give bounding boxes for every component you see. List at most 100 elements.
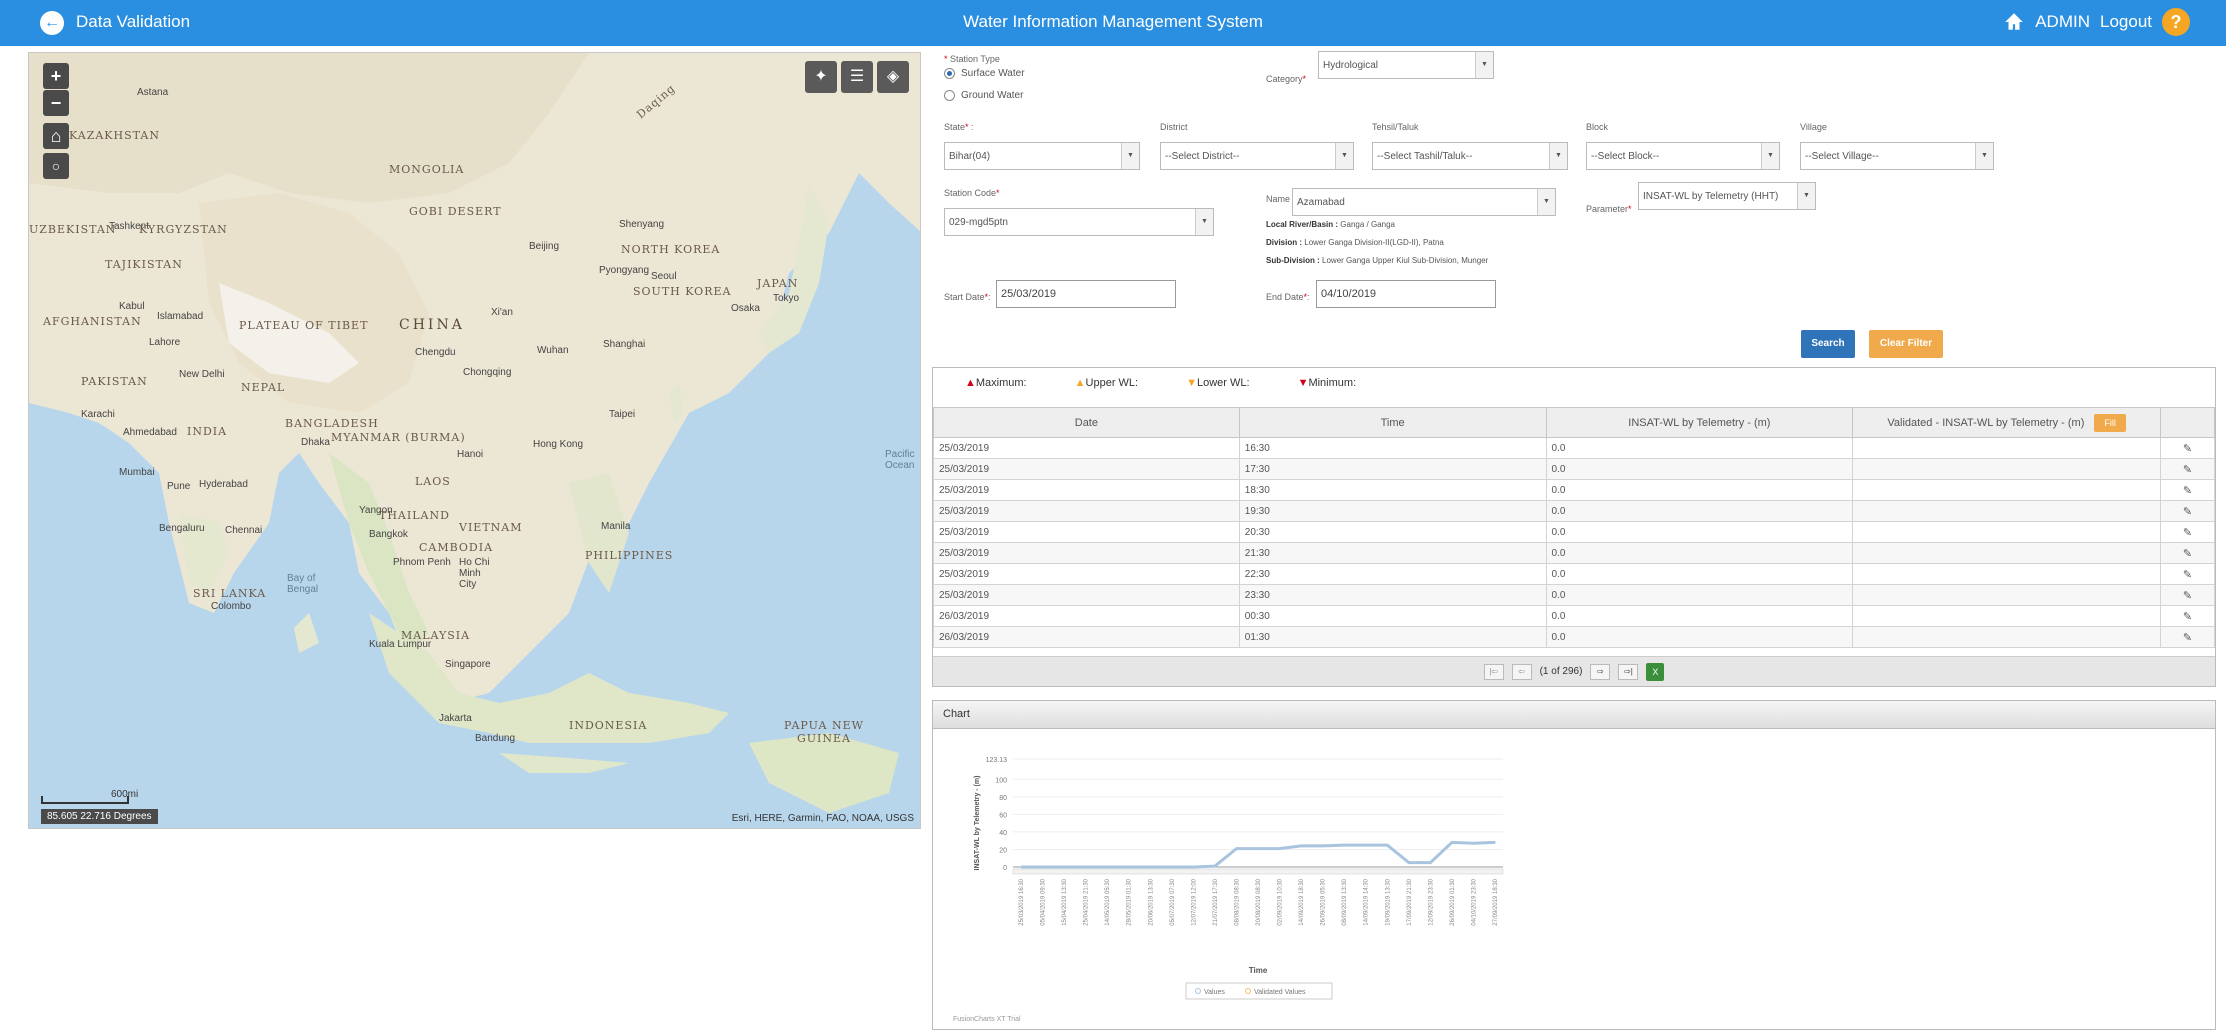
radio-ground-water[interactable]: Ground Water bbox=[944, 90, 1023, 101]
cell-time: 18:30 bbox=[1238, 479, 1547, 501]
table-row[interactable]: 26/03/2019 00:30 0.0 ✎ bbox=[933, 605, 2215, 627]
x-tick-label: 27/09/2019 18:30 bbox=[1493, 878, 1499, 925]
tehsil-label: Tehsil/Taluk bbox=[1372, 122, 1419, 132]
edit-pencil-icon[interactable]: ✎ bbox=[2160, 605, 2215, 627]
map-label: Kuala Lumpur bbox=[369, 639, 432, 650]
edit-pencil-icon[interactable]: ✎ bbox=[2160, 500, 2215, 522]
data-point bbox=[1472, 842, 1475, 845]
back-arrow-icon[interactable]: ← bbox=[40, 11, 64, 35]
edit-pencil-icon[interactable]: ✎ bbox=[2160, 521, 2215, 543]
cell-validated[interactable] bbox=[1852, 584, 2161, 606]
chevron-down-icon: ▼ bbox=[1121, 143, 1139, 169]
cell-value: 0.0 bbox=[1545, 542, 1854, 564]
locate-icon[interactable]: ○ bbox=[43, 153, 69, 179]
map-label: PAPUA NEW GUINEA bbox=[784, 719, 864, 745]
logout-link[interactable]: Logout bbox=[2100, 12, 2152, 32]
chevron-down-icon: ▼ bbox=[1537, 189, 1555, 215]
x-tick-label: 08/08/2019 08:30 bbox=[1234, 878, 1240, 925]
cell-date: 25/03/2019 bbox=[933, 458, 1240, 480]
map-label: KAZAKHSTAN bbox=[69, 129, 160, 142]
cell-value: 0.0 bbox=[1545, 563, 1854, 585]
clear-filter-button[interactable]: Clear Filter bbox=[1869, 330, 1943, 358]
next-page-button[interactable]: ⇨ bbox=[1590, 663, 1611, 680]
table-row[interactable]: 26/03/2019 01:30 0.0 ✎ bbox=[933, 626, 2215, 648]
map-label: New Delhi bbox=[179, 369, 225, 380]
edit-pencil-icon[interactable]: ✎ bbox=[2160, 584, 2215, 606]
category-select[interactable]: Hydrological ▼ bbox=[1318, 51, 1494, 79]
edit-pencil-icon[interactable]: ✎ bbox=[2160, 563, 2215, 585]
edit-pencil-icon[interactable]: ✎ bbox=[2160, 542, 2215, 564]
last-page-button[interactable]: ⇨| bbox=[1618, 663, 1639, 680]
cell-validated[interactable] bbox=[1852, 521, 2161, 543]
measure-icon[interactable]: ✦ bbox=[805, 61, 837, 93]
radio-surface-water[interactable]: Surface Water bbox=[944, 68, 1025, 79]
state-select[interactable]: Bihar(04) ▼ bbox=[944, 142, 1140, 170]
help-icon[interactable]: ? bbox=[2162, 8, 2190, 36]
data-point bbox=[1343, 844, 1345, 846]
home-icon[interactable] bbox=[2003, 11, 2025, 33]
end-date-input[interactable]: 04/10/2019 bbox=[1316, 280, 1496, 308]
block-select[interactable]: --Select Block-- ▼ bbox=[1586, 142, 1780, 170]
state-label: State* : bbox=[944, 122, 974, 132]
fill-button[interactable]: Fill bbox=[2094, 413, 2126, 432]
table-row[interactable]: 25/03/2019 20:30 0.0 ✎ bbox=[933, 521, 2215, 543]
prev-page-button[interactable]: ⇦ bbox=[1511, 663, 1532, 680]
data-point bbox=[1041, 866, 1044, 868]
column-header-value[interactable]: INSAT-WL by Telemetry - (m) bbox=[1545, 407, 1854, 438]
column-header-time[interactable]: Time bbox=[1238, 407, 1547, 438]
district-select[interactable]: --Select District-- ▼ bbox=[1160, 142, 1354, 170]
table-row[interactable]: 25/03/2019 18:30 0.0 ✎ bbox=[933, 479, 2215, 501]
map-label: Shanghai bbox=[603, 339, 646, 350]
table-row[interactable]: 25/03/2019 19:30 0.0 ✎ bbox=[933, 500, 2215, 522]
triangle-up-icon: ▲ bbox=[965, 377, 976, 389]
cell-validated[interactable] bbox=[1852, 563, 2161, 585]
name-select[interactable]: Azamabad ▼ bbox=[1292, 188, 1556, 216]
legend-list-icon[interactable]: ☰ bbox=[841, 61, 873, 93]
layers-icon[interactable]: ◈ bbox=[877, 61, 909, 93]
map-label: Manila bbox=[601, 521, 631, 532]
y-axis-label: INSAT-WL by Telemetry - (m) bbox=[974, 776, 981, 871]
cell-validated[interactable] bbox=[1852, 479, 2161, 501]
map-label: PLATEAU OF TIBET bbox=[239, 319, 369, 332]
search-button[interactable]: Search bbox=[1801, 330, 1855, 358]
cell-validated[interactable] bbox=[1852, 458, 2161, 480]
map-view[interactable]: Astana KAZAKHSTAN MONGOLIA GOBI DESERT U… bbox=[28, 52, 921, 829]
cell-validated[interactable] bbox=[1852, 542, 2161, 564]
chevron-down-icon: ▼ bbox=[1195, 209, 1213, 235]
table-row[interactable]: 25/03/2019 17:30 0.0 ✎ bbox=[933, 458, 2215, 480]
tehsil-select[interactable]: --Select Tashil/Taluk-- ▼ bbox=[1372, 142, 1568, 170]
table-row[interactable]: 25/03/2019 16:30 0.0 ✎ bbox=[933, 437, 2215, 459]
excel-export-icon[interactable]: X bbox=[1646, 662, 1665, 681]
edit-pencil-icon[interactable]: ✎ bbox=[2160, 437, 2215, 459]
name-label: Name bbox=[1266, 194, 1291, 204]
edit-pencil-icon[interactable]: ✎ bbox=[2160, 458, 2215, 480]
map-label: CAMBODIA bbox=[419, 541, 494, 554]
station-code-select[interactable]: 029-mgd5ptn ▼ bbox=[944, 208, 1214, 236]
x-tick-label: 14/09/2019 14:30 bbox=[1364, 878, 1370, 925]
edit-pencil-icon[interactable]: ✎ bbox=[2160, 626, 2215, 648]
data-point bbox=[1020, 866, 1022, 868]
map-label: Colombo bbox=[211, 601, 252, 612]
cell-time: 01:30 bbox=[1238, 626, 1547, 648]
first-page-button[interactable]: |⇦ bbox=[1483, 663, 1504, 680]
cell-validated[interactable] bbox=[1852, 500, 2161, 522]
column-header-date[interactable]: Date bbox=[933, 407, 1240, 438]
table-row[interactable]: 25/03/2019 23:30 0.0 ✎ bbox=[933, 584, 2215, 606]
zoom-in-button[interactable]: + bbox=[43, 63, 69, 89]
table-row[interactable]: 25/03/2019 21:30 0.0 ✎ bbox=[933, 542, 2215, 564]
cell-validated[interactable] bbox=[1852, 437, 2161, 459]
zoom-out-button[interactable]: − bbox=[43, 90, 69, 116]
start-date-input[interactable]: 25/03/2019 bbox=[996, 280, 1176, 308]
parameter-select[interactable]: INSAT-WL by Telemetry (HHT) ▼ bbox=[1638, 182, 1816, 210]
cell-validated[interactable] bbox=[1852, 605, 2161, 627]
home-extent-icon[interactable]: ⌂ bbox=[43, 123, 69, 149]
x-axis-label: Time bbox=[1249, 966, 1268, 975]
cell-value: 0.0 bbox=[1545, 500, 1854, 522]
data-point bbox=[1106, 866, 1108, 868]
cell-value: 0.0 bbox=[1545, 626, 1854, 648]
edit-pencil-icon[interactable]: ✎ bbox=[2160, 479, 2215, 501]
cell-value: 0.0 bbox=[1545, 479, 1854, 501]
cell-validated[interactable] bbox=[1852, 626, 2161, 648]
table-row[interactable]: 25/03/2019 22:30 0.0 ✎ bbox=[933, 563, 2215, 585]
village-select[interactable]: --Select Village-- ▼ bbox=[1800, 142, 1994, 170]
